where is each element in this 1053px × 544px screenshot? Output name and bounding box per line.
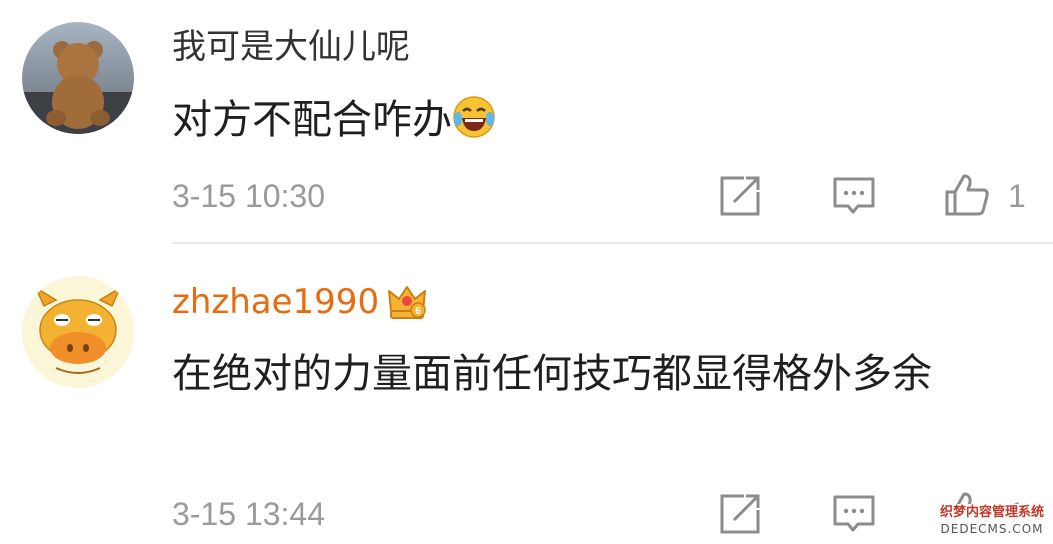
laugh-cry-emoji-icon: [452, 95, 496, 156]
divider: [172, 242, 1053, 244]
watermark-main: 织梦内容管理系统: [939, 505, 1044, 520]
share-icon[interactable]: [718, 492, 762, 536]
cartoon-cow-avatar-icon: [22, 276, 134, 388]
username[interactable]: 我可是大仙儿呢: [172, 25, 410, 69]
watermark: 织梦内容管理系统 DEDECMS.COM: [937, 504, 1047, 540]
reply-icon[interactable]: [832, 492, 876, 536]
crown-vip-badge-icon: 6: [387, 281, 427, 332]
reply-icon[interactable]: [832, 174, 876, 218]
teddy-bear-avatar-icon: [22, 22, 134, 134]
share-icon[interactable]: [718, 174, 762, 218]
username[interactable]: zhzhae1990 6: [172, 280, 427, 332]
comment-item: zhzhae1990 6 在绝对的力量面前任何技巧都显得格外多余 3-15 13…: [0, 246, 1053, 544]
like-icon[interactable]: [944, 172, 989, 216]
comment-text: 对方不配合咋办: [172, 90, 1012, 156]
username-text: zhzhae1990: [172, 282, 380, 322]
watermark-sub: DEDECMS.COM: [940, 522, 1044, 536]
like-count: 1: [1008, 178, 1026, 214]
comment-item: 我可是大仙儿呢 对方不配合咋办 3-15 10:30 1: [0, 0, 1053, 246]
comment-time: 3-15 10:30: [172, 178, 326, 214]
svg-text:6: 6: [415, 306, 421, 317]
comment-time: 3-15 13:44: [172, 496, 326, 532]
comment-text: 在绝对的力量面前任何技巧都显得格外多余: [172, 351, 932, 397]
comment-text-body: 对方不配合咋办: [172, 97, 452, 143]
avatar[interactable]: [22, 276, 134, 388]
avatar[interactable]: [22, 22, 134, 134]
